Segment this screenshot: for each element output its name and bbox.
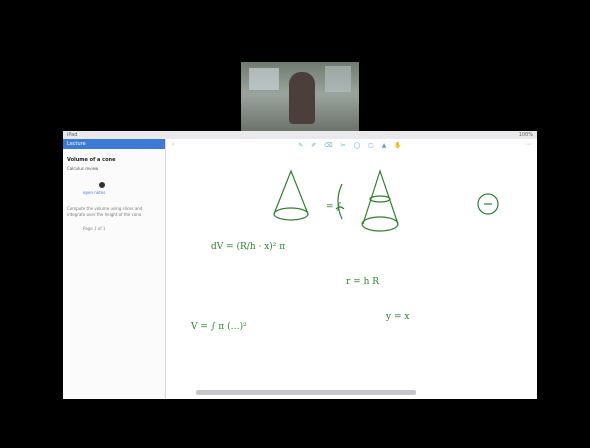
cone-base <box>273 207 309 221</box>
sidebar-subtitle: Calculus review <box>67 166 99 171</box>
status-right: 100% <box>518 132 533 138</box>
bottom-scrollbar[interactable] <box>196 390 416 395</box>
status-bar: iPad 100% <box>63 131 537 139</box>
sidebar-link[interactable]: open notes <box>83 190 161 196</box>
sidebar-header[interactable]: Lecture <box>63 139 165 149</box>
status-left: iPad <box>67 132 78 138</box>
whiteboard-canvas[interactable]: ‹ ✎ ✐ ⌫ ✂ ◯ ▢ ▲ ✋ ⋯ = ∫ dV = (R/h · x)² … <box>166 139 537 399</box>
cone-slice <box>369 195 391 203</box>
equation-4: y = x <box>385 312 409 322</box>
shared-screen: iPad 100% Lecture Volume of a cone Calcu… <box>63 131 537 399</box>
window-background <box>249 68 279 90</box>
equation-1: = ∫ <box>326 202 341 212</box>
document-icon[interactable] <box>99 182 105 188</box>
sidebar-paragraph: Compute the volume using slices and inte… <box>67 206 143 217</box>
window-background <box>325 66 351 92</box>
handwriting-layer: = ∫ dV = (R/h · x)² π r = h R y = x V = … <box>190 169 499 332</box>
equation-2: dV = (R/h · x)² π <box>211 241 285 252</box>
sidebar-footer: Page 1 of 1 <box>83 226 106 231</box>
equation-3: r = h R <box>346 277 379 287</box>
equation-5: V = ∫ π (…)² <box>190 321 247 332</box>
cone-base-2 <box>361 216 399 232</box>
sidebar: Lecture Volume of a cone Calculus review… <box>63 139 166 399</box>
webcam-feed <box>241 62 359 133</box>
presenter <box>289 72 315 124</box>
cone-drawing-2 <box>362 169 399 225</box>
sidebar-title: Volume of a cone <box>67 157 116 163</box>
